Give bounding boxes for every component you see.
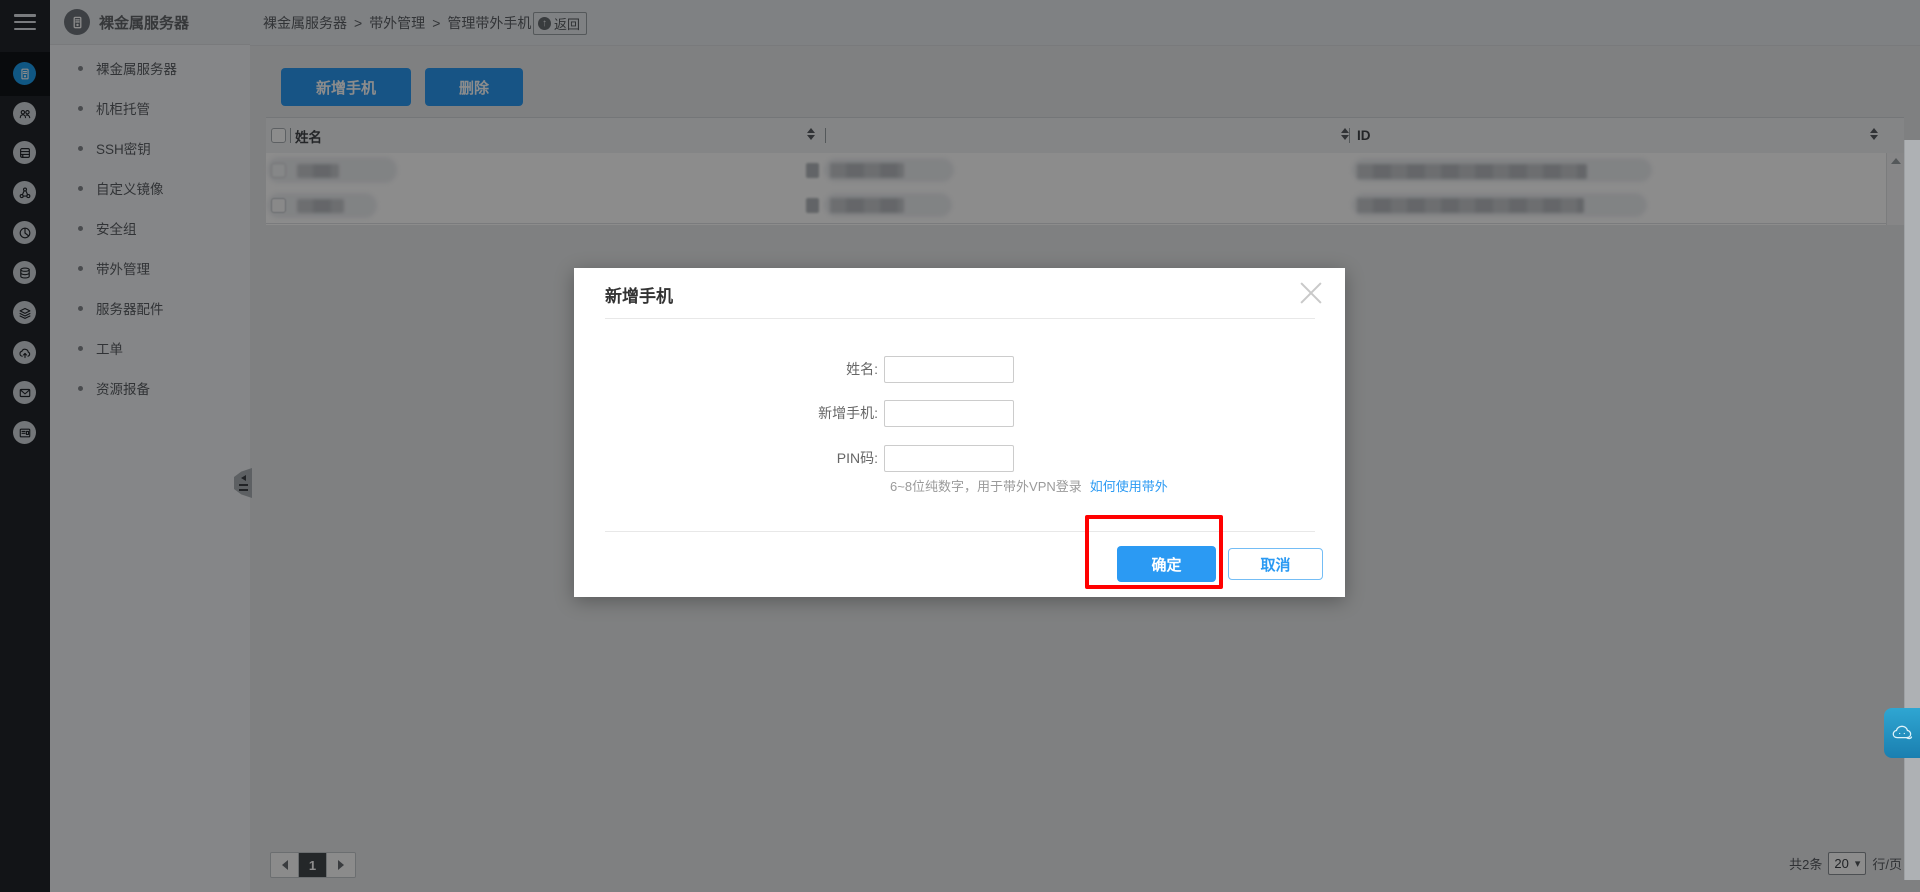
support-mascot-button[interactable] — [1884, 708, 1920, 758]
name-label: 姓名: — [846, 361, 878, 377]
pin-label: PIN码: — [836, 450, 878, 466]
cancel-button[interactable]: 取消 — [1228, 548, 1323, 580]
phone-input[interactable] — [884, 400, 1014, 427]
annotation-highlight-box — [1085, 515, 1223, 589]
modal-title: 新增手机 — [605, 287, 673, 306]
pin-hint: 6~8位纯数字，用于带外VPN登录 如何使用带外 — [890, 479, 1168, 494]
name-input[interactable] — [884, 356, 1014, 383]
phone-label: 新增手机: — [818, 405, 878, 421]
pin-input[interactable] — [884, 445, 1014, 472]
cloud-mascot-icon — [1892, 725, 1913, 740]
close-icon[interactable] — [1296, 278, 1326, 308]
add-phone-modal: 新增手机 姓名: 新增手机: PIN码: 6~8位纯数字，用于带外VPN登录 如何… — [574, 268, 1345, 597]
divider — [605, 318, 1315, 319]
form-row-phone: 新增手机: — [574, 400, 1044, 427]
window-scrollbar[interactable] — [1904, 140, 1920, 880]
form-row-name: 姓名: — [574, 356, 1044, 383]
how-to-use-oob-link[interactable]: 如何使用带外 — [1090, 479, 1168, 494]
form-row-pin: PIN码: — [574, 445, 1044, 472]
